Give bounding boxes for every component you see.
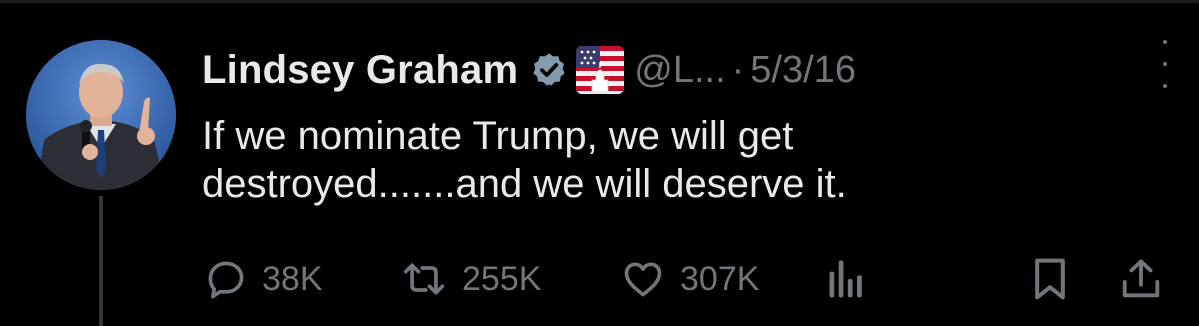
like-button[interactable]: 307K [620, 254, 759, 304]
reply-icon [204, 257, 248, 301]
heart-icon [620, 257, 666, 301]
bookmark-icon [1030, 257, 1070, 301]
repost-button[interactable]: 255K [400, 254, 541, 304]
avatar[interactable] [26, 40, 176, 190]
tweet-date[interactable]: 5/3/16 [750, 49, 856, 92]
verified-badge-icon[interactable] [530, 51, 568, 89]
us-flag-capitol-icon[interactable] [576, 46, 625, 94]
repost-count: 255K [462, 259, 542, 298]
top-divider [0, 0, 1199, 3]
share-icon [1118, 256, 1164, 302]
reply-count: 38K [262, 259, 323, 298]
author-display-name[interactable]: Lindsey Graham [202, 48, 518, 93]
header-separator: · [731, 48, 745, 91]
tweet-text: If we nominate Trump, we will get destro… [202, 112, 1162, 208]
tweet-text-line-1: If we nominate Trump, we will get [202, 114, 794, 158]
repost-icon [400, 257, 448, 301]
tweet-action-bar: 38K 255K 307K [0, 254, 1199, 304]
views-button[interactable] [826, 254, 866, 304]
avatar-photo [26, 40, 176, 190]
analytics-icon [826, 257, 866, 301]
author-handle[interactable]: @L... [634, 49, 725, 92]
reply-button[interactable]: 38K [204, 254, 323, 304]
like-count: 307K [680, 259, 760, 298]
tweet-text-line-2: destroyed.......and we will deserve it. [202, 162, 847, 206]
share-button[interactable] [1118, 254, 1164, 304]
tweet-header: Lindsey Graham @L... · 5/3/16 [202, 44, 856, 96]
more-options-icon[interactable] [1162, 38, 1168, 90]
bookmark-button[interactable] [1030, 254, 1070, 304]
